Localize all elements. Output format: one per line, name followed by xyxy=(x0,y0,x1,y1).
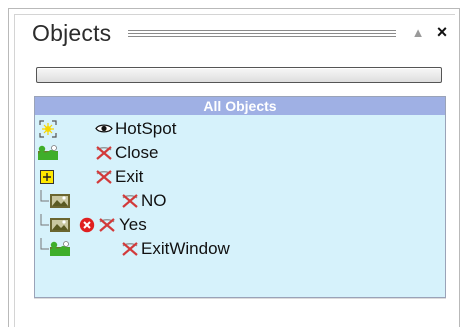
list-item-label: Yes xyxy=(119,215,147,234)
list-item-label: Exit xyxy=(115,167,144,186)
scene-object-icon xyxy=(50,218,70,232)
list-item-label: NO xyxy=(141,191,167,210)
scene-object-icon xyxy=(50,194,70,208)
collapse-button[interactable]: ▲ xyxy=(410,22,426,44)
tree-connector-icon xyxy=(40,214,49,226)
hidden-x-icon[interactable] xyxy=(95,169,113,185)
filter-input[interactable] xyxy=(36,67,442,83)
list-item-label: Close xyxy=(115,143,159,162)
list-item[interactable]: NO xyxy=(35,190,445,214)
scene-object-icon xyxy=(50,241,70,256)
list-item[interactable]: ExitWindow xyxy=(35,238,445,262)
eye-icon[interactable] xyxy=(95,123,113,134)
tree-connector-icon xyxy=(40,190,49,202)
list-item[interactable]: Yes xyxy=(35,214,445,238)
triangle-up-icon: ▲ xyxy=(411,25,425,40)
scene-object-icon xyxy=(38,145,58,160)
horizontal-scrollbar[interactable] xyxy=(34,298,446,323)
hidden-x-icon[interactable] xyxy=(95,145,113,161)
hidden-x-icon[interactable] xyxy=(98,217,116,233)
list-item-label: HotSpot xyxy=(115,119,177,138)
panel-drag-grip[interactable] xyxy=(128,30,396,39)
list-item[interactable]: HotSpot xyxy=(35,118,445,142)
hidden-x-icon[interactable] xyxy=(121,193,139,209)
objects-list[interactable]: All Objects HotSpot Close Exit NO Yes Ex… xyxy=(34,96,446,298)
list-item[interactable]: Exit xyxy=(35,166,445,190)
list-header: All Objects xyxy=(35,97,445,115)
panel-title: Objects xyxy=(32,20,112,46)
hidden-x-icon[interactable] xyxy=(121,241,139,257)
tree-connector-icon xyxy=(40,238,49,250)
close-button[interactable]: × xyxy=(434,21,450,43)
close-icon: × xyxy=(436,22,448,42)
list-item[interactable]: Close xyxy=(35,142,445,166)
hotspot-icon xyxy=(39,120,57,138)
error-icon xyxy=(79,217,95,233)
list-item-label: ExitWindow xyxy=(141,239,230,258)
expand-plus-icon[interactable] xyxy=(40,170,54,184)
